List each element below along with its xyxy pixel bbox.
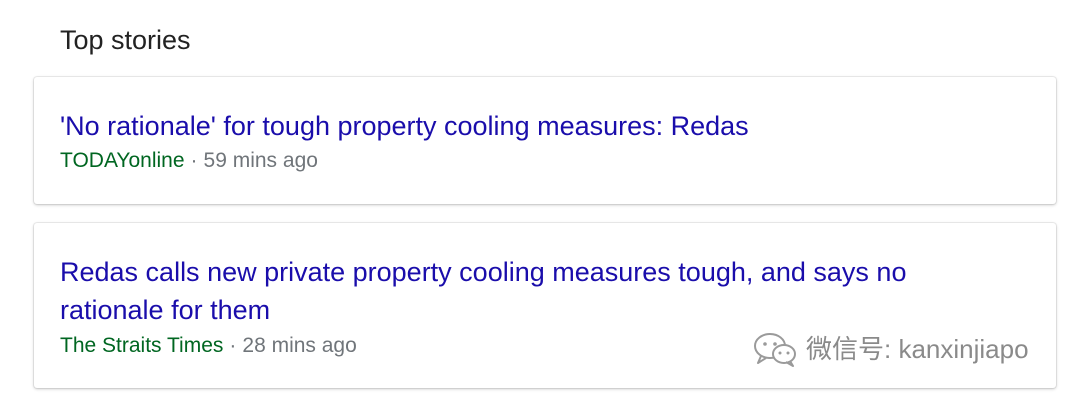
story-headline-link[interactable]: Redas calls new private property cooling… — [60, 253, 996, 329]
story-card[interactable]: 'No rationale' for tough property coolin… — [34, 77, 1056, 204]
story-source[interactable]: TODAYonline — [60, 149, 185, 172]
wechat-watermark: 微信号: kanxinjiapo — [752, 329, 1029, 369]
wechat-icon — [754, 333, 796, 367]
story-time: 59 mins ago — [203, 149, 318, 172]
meta-separator: · — [190, 149, 198, 172]
story-source[interactable]: The Straits Times — [60, 334, 223, 357]
watermark-text: 微信号: kanxinjiapo — [806, 334, 1029, 364]
section-title: Top stories — [60, 25, 191, 55]
meta-separator: · — [229, 334, 237, 357]
story-meta: TODAYonline · 59 mins ago — [60, 147, 318, 175]
story-meta: The Straits Times · 28 mins ago — [60, 332, 357, 360]
story-time: 28 mins ago — [242, 334, 357, 357]
story-headline-link[interactable]: 'No rationale' for tough property coolin… — [60, 107, 996, 145]
